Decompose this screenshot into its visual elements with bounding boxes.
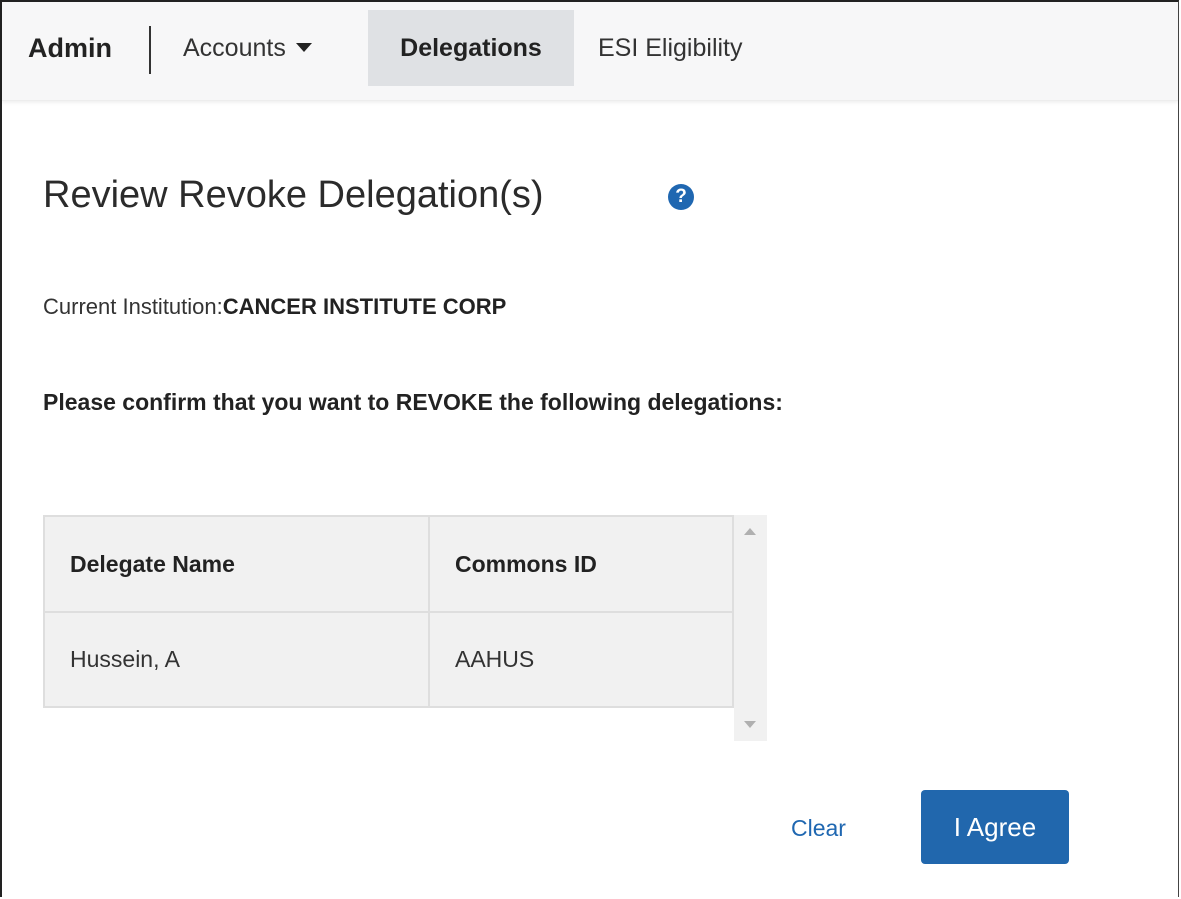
question-circle-icon[interactable]: ? bbox=[668, 184, 694, 210]
nav-item-accounts-label: Accounts bbox=[183, 34, 286, 62]
table-scrollbar[interactable] bbox=[734, 515, 767, 741]
nav-item-accounts[interactable]: Accounts bbox=[183, 10, 353, 86]
table-header-row: Delegate Name Commons ID bbox=[43, 515, 734, 613]
delegations-table-container: Delegate Name Commons ID Hussein, A AAHU… bbox=[43, 515, 767, 741]
scroll-down-arrow-icon[interactable] bbox=[744, 721, 756, 728]
top-navbar: Admin Accounts Delegations ESI Eligibili… bbox=[2, 2, 1178, 101]
column-header-commons-id: Commons ID bbox=[428, 515, 734, 613]
table-row: Hussein, A AAHUS bbox=[43, 611, 734, 708]
column-header-delegate-name: Delegate Name bbox=[43, 515, 430, 613]
delegations-table: Delegate Name Commons ID Hussein, A AAHU… bbox=[43, 515, 734, 708]
brand-admin[interactable]: Admin bbox=[28, 30, 112, 66]
clear-button[interactable]: Clear bbox=[791, 812, 846, 844]
page-frame bbox=[0, 0, 1179, 897]
caret-down-icon bbox=[295, 42, 312, 52]
cell-commons-id: AAHUS bbox=[428, 611, 734, 708]
confirm-message: Please confirm that you want to REVOKE t… bbox=[43, 389, 783, 415]
nav-item-delegations[interactable]: Delegations bbox=[368, 10, 574, 86]
i-agree-button[interactable]: I Agree bbox=[921, 790, 1069, 864]
nav-item-esi-eligibility[interactable]: ESI Eligibility bbox=[598, 10, 798, 86]
scroll-up-arrow-icon[interactable] bbox=[744, 528, 756, 535]
current-institution: Current Institution:CANCER INSTITUTE COR… bbox=[43, 292, 506, 322]
cell-delegate-name: Hussein, A bbox=[43, 611, 430, 708]
brand-divider bbox=[149, 26, 151, 74]
institution-label: Current Institution: bbox=[43, 294, 223, 319]
institution-name: CANCER INSTITUTE CORP bbox=[222, 294, 507, 319]
page-title: Review Revoke Delegation(s) bbox=[43, 174, 544, 216]
